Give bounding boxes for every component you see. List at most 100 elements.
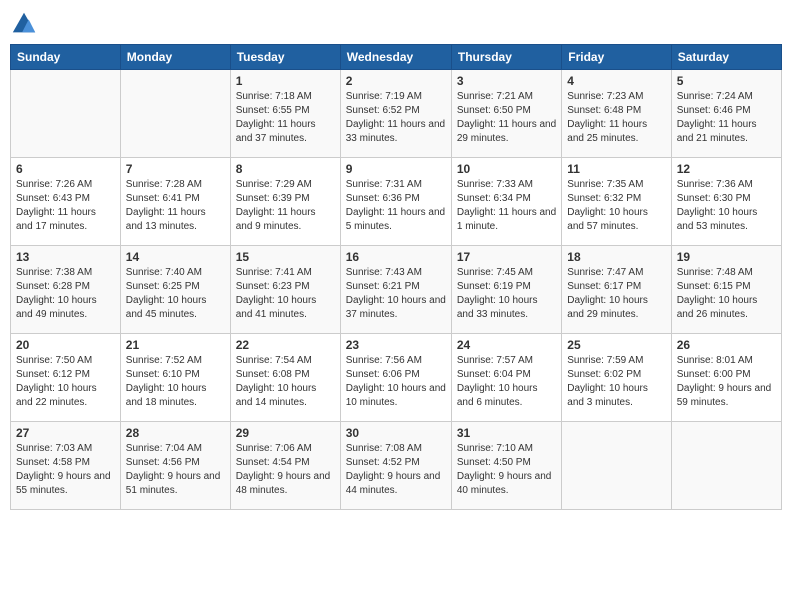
day-info: Sunrise: 7:21 AM Sunset: 6:50 PM Dayligh… (457, 90, 556, 146)
calendar-cell (11, 70, 121, 158)
calendar-cell: 20 Sunrise: 7:50 AM Sunset: 6:12 PM Dayli… (11, 334, 121, 422)
day-info: Sunrise: 7:26 AM Sunset: 6:43 PM Dayligh… (16, 178, 115, 234)
day-number: 19 (677, 250, 776, 264)
day-number: 5 (677, 74, 776, 88)
calendar-cell: 23 Sunrise: 7:56 AM Sunset: 6:06 PM Dayli… (340, 334, 451, 422)
day-number: 9 (346, 162, 446, 176)
col-header-thursday: Thursday (451, 45, 561, 70)
day-info: Sunrise: 8:01 AM Sunset: 6:00 PM Dayligh… (677, 354, 776, 410)
day-number: 26 (677, 338, 776, 352)
calendar-cell: 25 Sunrise: 7:59 AM Sunset: 6:02 PM Dayli… (562, 334, 671, 422)
calendar-cell: 6 Sunrise: 7:26 AM Sunset: 6:43 PM Daylig… (11, 158, 121, 246)
week-row-4: 20 Sunrise: 7:50 AM Sunset: 6:12 PM Dayli… (11, 334, 782, 422)
day-info: Sunrise: 7:41 AM Sunset: 6:23 PM Dayligh… (236, 266, 335, 322)
day-info: Sunrise: 7:48 AM Sunset: 6:15 PM Dayligh… (677, 266, 776, 322)
day-info: Sunrise: 7:28 AM Sunset: 6:41 PM Dayligh… (126, 178, 225, 234)
calendar-cell: 9Sunrise: 7:31 AM Sunset: 6:36 PM Daylig… (340, 158, 451, 246)
day-number: 24 (457, 338, 556, 352)
week-row-1: 1Sunrise: 7:18 AM Sunset: 6:55 PM Daylig… (11, 70, 782, 158)
calendar-cell: 1Sunrise: 7:18 AM Sunset: 6:55 PM Daylig… (230, 70, 340, 158)
calendar-cell: 3 Sunrise: 7:21 AM Sunset: 6:50 PM Daylig… (451, 70, 561, 158)
calendar-cell: 5 Sunrise: 7:24 AM Sunset: 6:46 PM Daylig… (671, 70, 781, 158)
calendar-table: SundayMondayTuesdayWednesdayThursdayFrid… (10, 44, 782, 510)
day-info: Sunrise: 7:10 AM Sunset: 4:50 PM Dayligh… (457, 442, 556, 498)
calendar-cell: 8 Sunrise: 7:29 AM Sunset: 6:39 PM Daylig… (230, 158, 340, 246)
day-number: 31 (457, 426, 556, 440)
day-number: 18 (567, 250, 665, 264)
day-info: Sunrise: 7:52 AM Sunset: 6:10 PM Dayligh… (126, 354, 225, 410)
calendar-cell: 2 Sunrise: 7:19 AM Sunset: 6:52 PM Daylig… (340, 70, 451, 158)
day-info: Sunrise: 7:18 AM Sunset: 6:55 PM Dayligh… (236, 90, 335, 146)
calendar-cell: 22Sunrise: 7:54 AM Sunset: 6:08 PM Dayli… (230, 334, 340, 422)
week-row-2: 6 Sunrise: 7:26 AM Sunset: 6:43 PM Daylig… (11, 158, 782, 246)
day-number: 16 (346, 250, 446, 264)
calendar-cell: 19 Sunrise: 7:48 AM Sunset: 6:15 PM Dayli… (671, 246, 781, 334)
col-header-saturday: Saturday (671, 45, 781, 70)
day-number: 30 (346, 426, 446, 440)
calendar-cell: 29Sunrise: 7:06 AM Sunset: 4:54 PM Dayli… (230, 422, 340, 510)
calendar-cell: 17 Sunrise: 7:45 AM Sunset: 6:19 PM Dayli… (451, 246, 561, 334)
day-info: Sunrise: 7:59 AM Sunset: 6:02 PM Dayligh… (567, 354, 665, 410)
day-number: 20 (16, 338, 115, 352)
calendar-cell: 27 Sunrise: 7:03 AM Sunset: 4:58 PM Dayli… (11, 422, 121, 510)
day-info: Sunrise: 7:43 AM Sunset: 6:21 PM Dayligh… (346, 266, 446, 322)
day-info: Sunrise: 7:04 AM Sunset: 4:56 PM Dayligh… (126, 442, 225, 498)
calendar-cell: 13Sunrise: 7:38 AM Sunset: 6:28 PM Dayli… (11, 246, 121, 334)
day-info: Sunrise: 7:33 AM Sunset: 6:34 PM Dayligh… (457, 178, 556, 234)
calendar-cell (120, 70, 230, 158)
day-info: Sunrise: 7:08 AM Sunset: 4:52 PM Dayligh… (346, 442, 446, 498)
day-number: 27 (16, 426, 115, 440)
day-number: 11 (567, 162, 665, 176)
day-number: 13 (16, 250, 115, 264)
calendar-cell: 21Sunrise: 7:52 AM Sunset: 6:10 PM Dayli… (120, 334, 230, 422)
day-number: 2 (346, 74, 446, 88)
calendar-cell: 14Sunrise: 7:40 AM Sunset: 6:25 PM Dayli… (120, 246, 230, 334)
day-number: 17 (457, 250, 556, 264)
col-header-sunday: Sunday (11, 45, 121, 70)
day-info: Sunrise: 7:24 AM Sunset: 6:46 PM Dayligh… (677, 90, 776, 146)
week-row-5: 27 Sunrise: 7:03 AM Sunset: 4:58 PM Dayli… (11, 422, 782, 510)
day-number: 25 (567, 338, 665, 352)
col-header-friday: Friday (562, 45, 671, 70)
calendar-cell: 18Sunrise: 7:47 AM Sunset: 6:17 PM Dayli… (562, 246, 671, 334)
day-info: Sunrise: 7:35 AM Sunset: 6:32 PM Dayligh… (567, 178, 665, 234)
calendar-cell: 16 Sunrise: 7:43 AM Sunset: 6:21 PM Dayli… (340, 246, 451, 334)
day-number: 23 (346, 338, 446, 352)
day-info: Sunrise: 7:19 AM Sunset: 6:52 PM Dayligh… (346, 90, 446, 146)
calendar-cell: 26 Sunrise: 8:01 AM Sunset: 6:00 PM Dayli… (671, 334, 781, 422)
day-number: 15 (236, 250, 335, 264)
calendar-cell: 24 Sunrise: 7:57 AM Sunset: 6:04 PM Dayli… (451, 334, 561, 422)
col-header-wednesday: Wednesday (340, 45, 451, 70)
calendar-cell (562, 422, 671, 510)
calendar-cell: 10Sunrise: 7:33 AM Sunset: 6:34 PM Dayli… (451, 158, 561, 246)
day-number: 7 (126, 162, 225, 176)
day-info: Sunrise: 7:03 AM Sunset: 4:58 PM Dayligh… (16, 442, 115, 498)
day-info: Sunrise: 7:54 AM Sunset: 6:08 PM Dayligh… (236, 354, 335, 410)
week-row-3: 13Sunrise: 7:38 AM Sunset: 6:28 PM Dayli… (11, 246, 782, 334)
col-header-monday: Monday (120, 45, 230, 70)
calendar-cell: 12 Sunrise: 7:36 AM Sunset: 6:30 PM Dayli… (671, 158, 781, 246)
day-info: Sunrise: 7:40 AM Sunset: 6:25 PM Dayligh… (126, 266, 225, 322)
calendar-cell: 15 Sunrise: 7:41 AM Sunset: 6:23 PM Dayli… (230, 246, 340, 334)
calendar-cell: 31 Sunrise: 7:10 AM Sunset: 4:50 PM Dayli… (451, 422, 561, 510)
day-info: Sunrise: 7:23 AM Sunset: 6:48 PM Dayligh… (567, 90, 665, 146)
day-info: Sunrise: 7:29 AM Sunset: 6:39 PM Dayligh… (236, 178, 335, 234)
day-info: Sunrise: 7:45 AM Sunset: 6:19 PM Dayligh… (457, 266, 556, 322)
calendar-cell: 4 Sunrise: 7:23 AM Sunset: 6:48 PM Daylig… (562, 70, 671, 158)
day-number: 3 (457, 74, 556, 88)
calendar-cell: 28Sunrise: 7:04 AM Sunset: 4:56 PM Dayli… (120, 422, 230, 510)
calendar-cell: 30 Sunrise: 7:08 AM Sunset: 4:52 PM Dayli… (340, 422, 451, 510)
logo (10, 10, 42, 38)
day-number: 12 (677, 162, 776, 176)
calendar-cell (671, 422, 781, 510)
day-number: 4 (567, 74, 665, 88)
calendar-cell: 7 Sunrise: 7:28 AM Sunset: 6:41 PM Daylig… (120, 158, 230, 246)
day-info: Sunrise: 7:50 AM Sunset: 6:12 PM Dayligh… (16, 354, 115, 410)
day-number: 29 (236, 426, 335, 440)
day-number: 6 (16, 162, 115, 176)
calendar-header-row: SundayMondayTuesdayWednesdayThursdayFrid… (11, 45, 782, 70)
day-info: Sunrise: 7:36 AM Sunset: 6:30 PM Dayligh… (677, 178, 776, 234)
day-info: Sunrise: 7:56 AM Sunset: 6:06 PM Dayligh… (346, 354, 446, 410)
day-info: Sunrise: 7:57 AM Sunset: 6:04 PM Dayligh… (457, 354, 556, 410)
day-number: 8 (236, 162, 335, 176)
